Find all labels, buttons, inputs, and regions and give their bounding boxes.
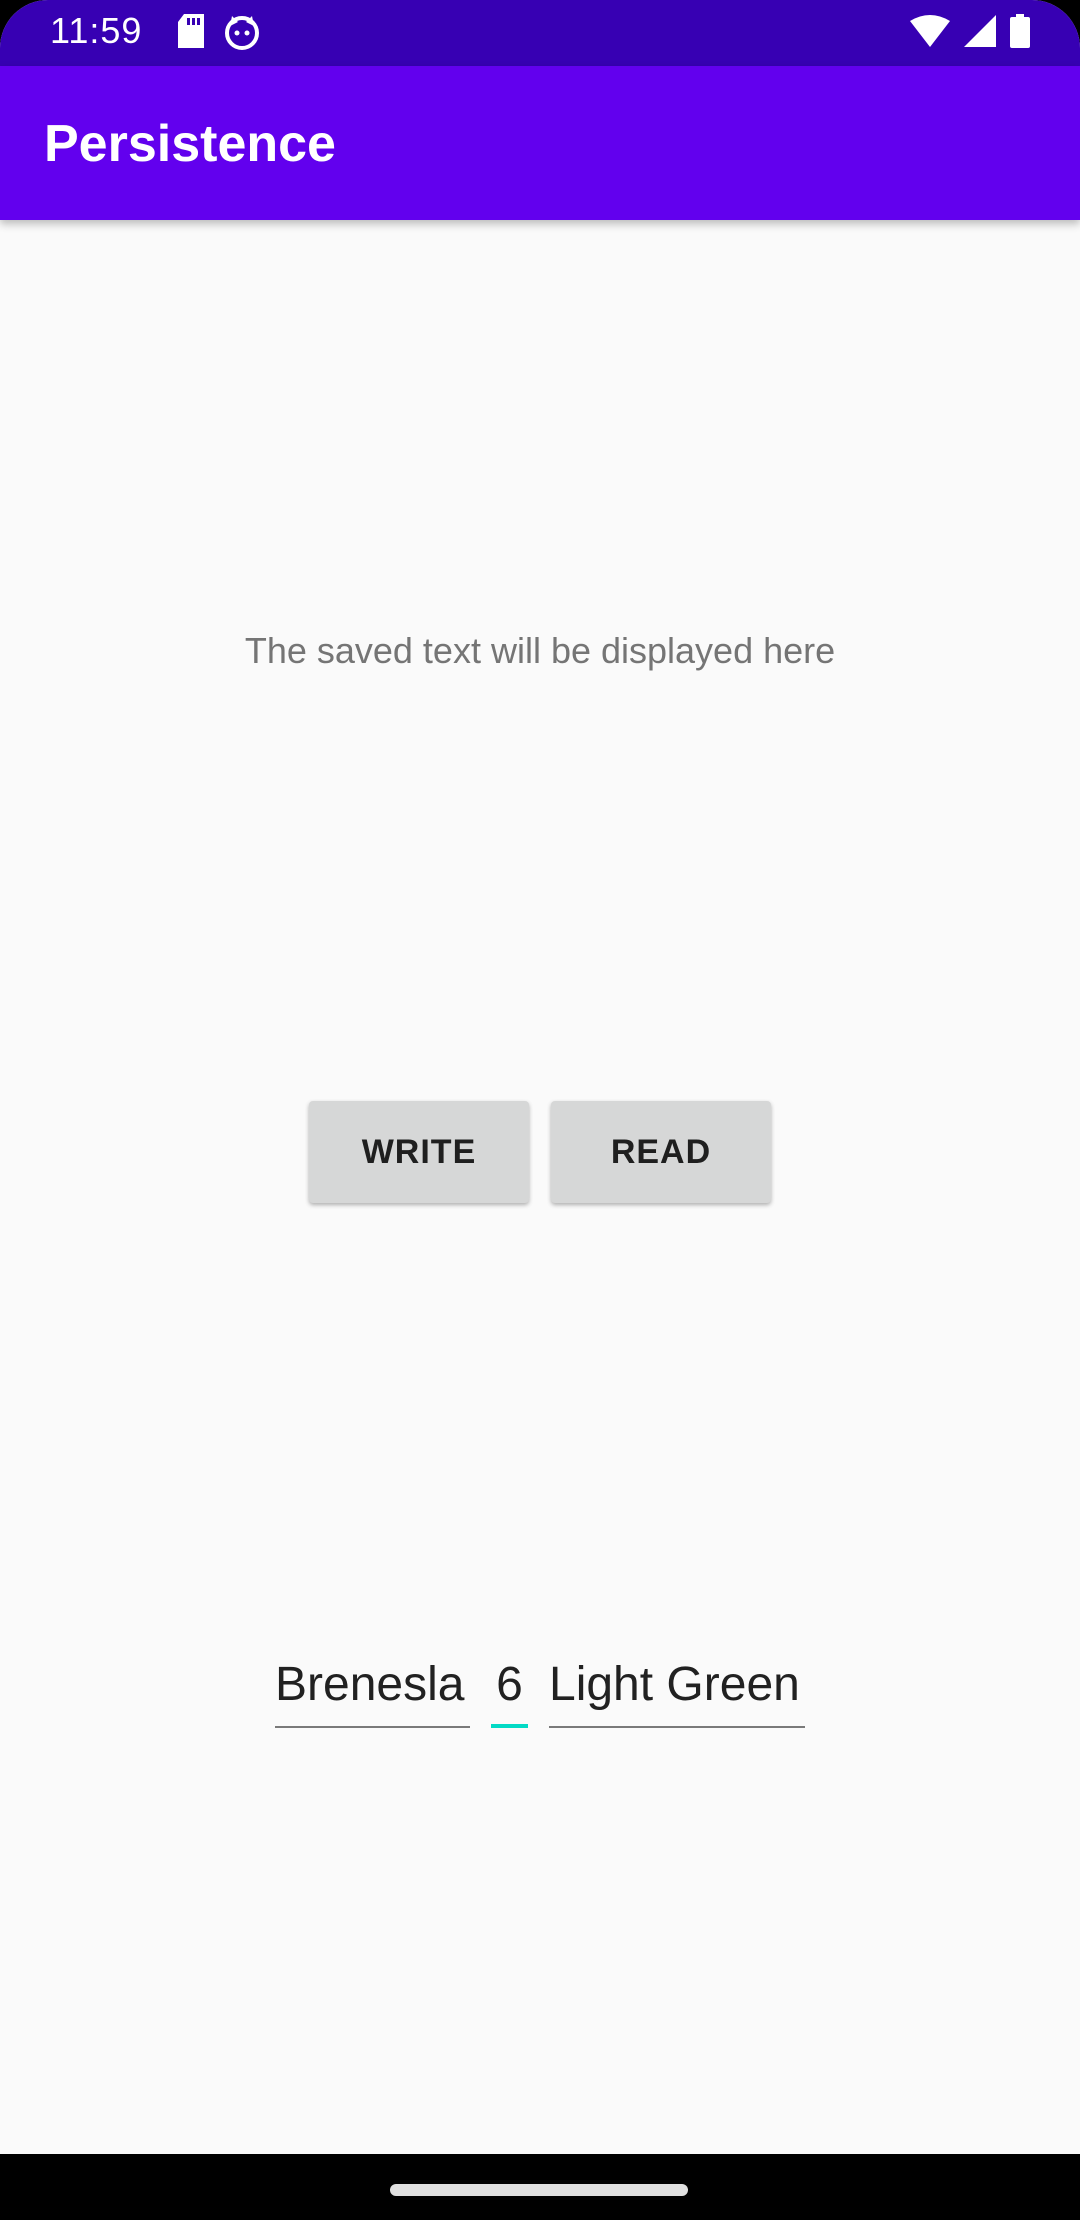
app-bar: Persistence [0,66,1080,220]
status-time: 11:59 [50,10,143,51]
name-field[interactable]: Brenesla [275,1650,470,1728]
cellular-signal-icon [964,15,996,52]
app-title: Persistence [44,115,336,173]
sd-card-icon [178,14,204,55]
read-button[interactable]: READ [551,1101,771,1203]
home-gesture-handle[interactable] [390,2184,688,2196]
battery-icon [1010,14,1030,53]
color-field[interactable]: Light Green [549,1650,805,1728]
navigation-bar [0,2154,1080,2220]
status-bar: 11:59 [0,0,1080,66]
wifi-icon [910,15,950,52]
phone-screen: 11:59 Persistence The saved text will be… [0,0,1080,2220]
number-field[interactable]: 6 [491,1650,528,1728]
saved-text-display: The saved text will be displayed here [244,630,836,671]
write-button[interactable]: WRITE [309,1101,529,1203]
cat-face-icon [224,14,260,55]
